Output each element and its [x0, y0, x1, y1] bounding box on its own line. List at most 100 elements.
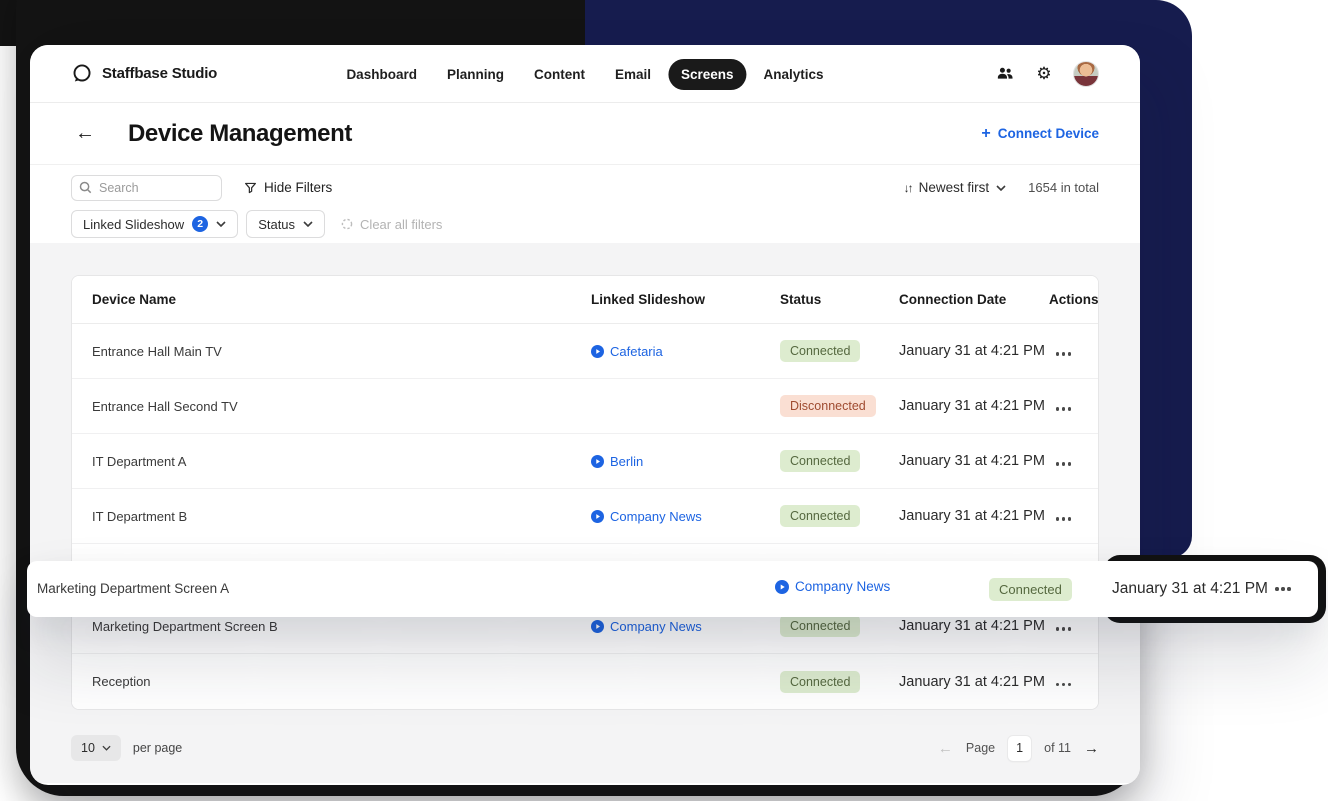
- page-label: Page: [965, 741, 996, 755]
- slideshow-name: Cafetaria: [610, 343, 663, 359]
- connection-date: January 31 at 4:21 PM: [1112, 580, 1268, 597]
- table-row[interactable]: IT Department B Company News Connected J…: [72, 489, 1098, 544]
- row-menu-icon[interactable]: [1056, 682, 1071, 686]
- users-icon[interactable]: [993, 63, 1015, 85]
- slideshow-link[interactable]: Cafetaria: [591, 344, 780, 359]
- app-bar: Staffbase Studio Dashboard Planning Cont…: [30, 45, 1140, 103]
- total-pages-label: of 11: [1044, 741, 1071, 755]
- col-actions: Actions: [1049, 292, 1099, 307]
- nav-email[interactable]: Email: [602, 59, 664, 90]
- device-table: Device Name Linked Slideshow Status Conn…: [71, 275, 1099, 710]
- filter-linked-slideshow[interactable]: Linked Slideshow 2: [71, 210, 239, 238]
- toolbar: Hide Filters ↓↑ Newest first 1654 in tot…: [30, 165, 1140, 243]
- row-menu-icon[interactable]: [1275, 587, 1290, 591]
- col-connection-date: Connection Date: [899, 292, 1007, 307]
- table-row[interactable]: IT Department A Berlin Connected January…: [72, 434, 1098, 489]
- chevron-down-icon: [102, 745, 111, 751]
- connection-date: January 31 at 4:21 PM: [899, 673, 1045, 690]
- device-name: Entrance Hall Main TV: [92, 343, 222, 359]
- slideshow-link[interactable]: Company News: [775, 579, 890, 594]
- page-title: Device Management: [128, 119, 352, 147]
- connect-device-button[interactable]: + Connect Device: [981, 125, 1099, 143]
- device-name: Entrance Hall Second TV: [92, 398, 238, 414]
- status-badge: Connected: [989, 578, 1072, 601]
- page-number-input[interactable]: 1: [1008, 735, 1032, 761]
- search-input[interactable]: [71, 174, 222, 201]
- row-menu-icon[interactable]: [1056, 627, 1071, 631]
- slideshow-play-icon: [775, 579, 789, 594]
- clear-circle-icon: [341, 218, 353, 230]
- actions-cell: [1056, 454, 1071, 469]
- filter-linked-slideshow-label: Linked Slideshow: [83, 216, 185, 232]
- clear-all-filters-label: Clear all filters: [360, 216, 443, 232]
- row-menu-icon[interactable]: [1056, 352, 1071, 356]
- connection-date: January 31 at 4:21 PM: [899, 453, 1045, 469]
- device-name: Marketing Department Screen A: [37, 581, 230, 596]
- col-status: Status: [780, 292, 822, 307]
- nav-dashboard[interactable]: Dashboard: [333, 59, 430, 90]
- prev-page-icon[interactable]: ←: [938, 740, 953, 757]
- sort-label: Newest first: [918, 180, 990, 195]
- user-avatar[interactable]: [1073, 60, 1099, 87]
- col-device-name: Device Name: [92, 292, 177, 307]
- sort-dropdown[interactable]: ↓↑ Newest first: [904, 180, 1007, 195]
- hide-filters-button[interactable]: Hide Filters: [244, 180, 332, 195]
- floating-table-row[interactable]: Marketing Department Screen A Company Ne…: [27, 561, 1318, 617]
- next-page-icon[interactable]: →: [1084, 740, 1099, 757]
- connection-date: January 31 at 4:21 PM: [899, 398, 1045, 414]
- status-badge: Connected: [780, 450, 861, 472]
- actions-cell: [1056, 399, 1071, 414]
- actions-cell: [1056, 344, 1071, 359]
- table-row[interactable]: Entrance Hall Second TV Disconnected Jan…: [72, 379, 1098, 434]
- actions-cell: [1056, 619, 1071, 634]
- slideshow-play-icon: [591, 619, 604, 633]
- toolbar-row-filters: Linked Slideshow 2 Status Clear all filt…: [71, 210, 442, 238]
- brand: Staffbase Studio: [71, 63, 217, 84]
- slideshow-link[interactable]: Company News: [591, 619, 780, 634]
- connection-date: January 31 at 4:21 PM: [899, 618, 1045, 634]
- status-badge: Connected: [780, 615, 861, 637]
- slideshow-play-icon: [591, 454, 604, 468]
- filter-status[interactable]: Status: [246, 210, 326, 238]
- settings-gear-icon[interactable]: ⚙: [1033, 63, 1055, 85]
- table-row[interactable]: Reception Connected January 31 at 4:21 P…: [72, 654, 1098, 709]
- row-menu-icon[interactable]: [1056, 517, 1071, 521]
- slideshow-play-icon: [591, 344, 604, 358]
- content-area: Device Name Linked Slideshow Status Conn…: [30, 243, 1140, 783]
- slideshow-name: Berlin: [610, 453, 644, 469]
- search-box: [71, 174, 222, 201]
- connection-date: January 31 at 4:21 PM: [899, 343, 1045, 359]
- per-page-label: per page: [132, 741, 183, 755]
- device-name: IT Department B: [92, 508, 188, 524]
- brand-name: Staffbase Studio: [102, 65, 218, 82]
- device-name: IT Department A: [92, 453, 187, 469]
- chevron-down-icon: [996, 184, 1006, 191]
- slideshow-name: Company News: [610, 508, 702, 524]
- row-menu-icon[interactable]: [1056, 462, 1071, 466]
- nav-planning[interactable]: Planning: [434, 59, 517, 90]
- back-arrow-icon[interactable]: ←: [75, 122, 95, 145]
- page-size-select[interactable]: 10: [71, 735, 121, 761]
- toolbar-row-search: Hide Filters ↓↑ Newest first 1654 in tot…: [71, 174, 1099, 201]
- app-window: Staffbase Studio Dashboard Planning Cont…: [30, 45, 1140, 785]
- actions-cell: [1056, 509, 1071, 524]
- table-row[interactable]: Entrance Hall Main TV Cafetaria Connecte…: [72, 324, 1098, 379]
- status-badge: Connected: [780, 505, 861, 527]
- nav-analytics[interactable]: Analytics: [751, 59, 837, 90]
- slideshow-link[interactable]: Berlin: [591, 454, 780, 469]
- chevron-down-icon: [303, 221, 313, 227]
- nav-content[interactable]: Content: [521, 59, 598, 90]
- status-badge: Connected: [780, 340, 861, 362]
- funnel-icon: [244, 181, 257, 194]
- page-size-value: 10: [81, 741, 95, 755]
- total-count: 1654 in total: [1028, 180, 1099, 195]
- row-menu-icon[interactable]: [1056, 407, 1071, 411]
- slideshow-link[interactable]: Company News: [591, 509, 780, 524]
- device-name: Reception: [92, 674, 151, 689]
- clear-all-filters-button[interactable]: Clear all filters: [341, 217, 442, 232]
- app-bar-actions: ⚙: [993, 60, 1099, 87]
- nav-screens[interactable]: Screens: [667, 58, 747, 90]
- connect-device-label: Connect Device: [997, 126, 1099, 141]
- filter-status-label: Status: [258, 216, 296, 232]
- slideshow-name: Company News: [795, 579, 891, 594]
